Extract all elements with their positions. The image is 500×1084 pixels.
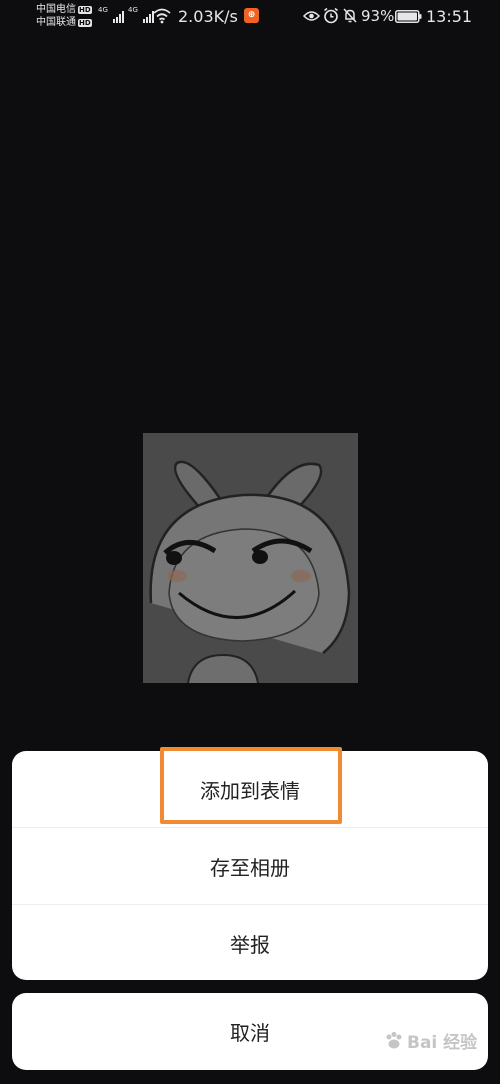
carrier-info: 中国电信 HD 中国联通 HD (36, 3, 92, 29)
signal-indicators: 4G 4G (98, 6, 154, 23)
add-to-stickers-button[interactable]: 添加到表情 (12, 751, 488, 828)
watermark-text: Bai 经验 (407, 1033, 478, 1053)
sticker-image[interactable] (143, 433, 358, 684)
network-type-1: 4G (98, 6, 108, 14)
clock: 13:51 (426, 7, 473, 26)
report-button[interactable]: 举报 (12, 905, 488, 980)
save-to-album-button[interactable]: 存至相册 (12, 828, 488, 905)
action-sheet: 添加到表情 存至相册 举报 (12, 751, 488, 980)
paw-icon (386, 1031, 402, 1048)
battery-percentage: 93% (361, 7, 395, 25)
hd-badge-1: HD (78, 5, 92, 14)
status-bar: 中国电信 HD 中国联通 HD 4G 4G 2.03K/s ⊕ 93% 13:5… (0, 0, 500, 36)
net-speed: 2.03K/s (178, 7, 238, 26)
wifi-icon (153, 8, 171, 24)
signal-2-icon: 4G (128, 6, 154, 23)
watermark: Bai 经验 (384, 1028, 477, 1053)
alarm-icon (324, 7, 338, 24)
app-notification-icon: ⊕ (244, 8, 259, 23)
signal-1-icon: 4G (98, 6, 124, 23)
hd-badge-2: HD (78, 18, 92, 27)
mute-bell-icon (343, 8, 357, 23)
carrier-1-label: 中国电信 (36, 4, 76, 15)
battery-icon (395, 10, 422, 23)
network-type-2: 4G (128, 6, 138, 14)
eye-icon (303, 11, 320, 21)
carrier-2-label: 中国联通 (36, 17, 76, 28)
